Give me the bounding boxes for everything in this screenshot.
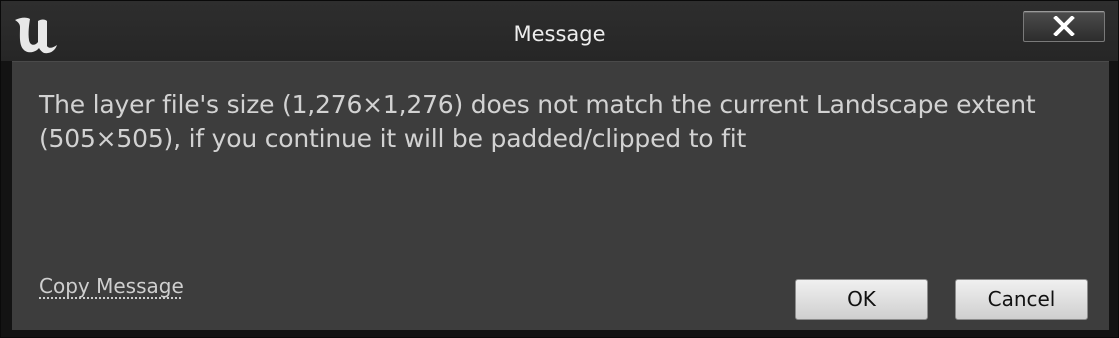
close-button[interactable] (1023, 11, 1105, 42)
title-bar[interactable]: Message (1, 1, 1118, 61)
window-title: Message (513, 22, 606, 46)
copy-message-link[interactable]: Copy Message (39, 273, 184, 299)
message-text: The layer file's size (1,276×1,276) does… (39, 90, 1036, 153)
message-dialog: Message The layer file's size (1,276×1,2… (0, 0, 1119, 338)
ok-button[interactable]: OK (795, 279, 928, 320)
close-icon (1053, 16, 1075, 36)
dialog-body: The layer file's size (1,276×1,276) does… (12, 61, 1109, 330)
cancel-button[interactable]: Cancel (955, 279, 1088, 320)
